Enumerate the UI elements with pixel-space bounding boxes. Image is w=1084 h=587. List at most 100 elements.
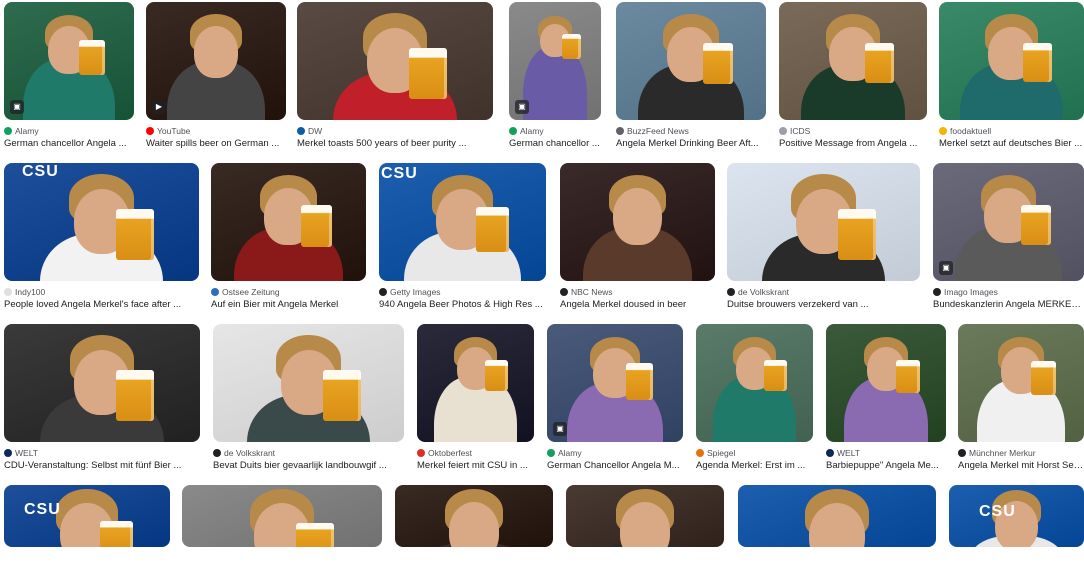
result-source[interactable]: Imago Images [933, 287, 1084, 297]
beer-mug-icon [115, 208, 154, 260]
result-source[interactable]: Indy100 [4, 287, 199, 297]
person-face [193, 26, 239, 78]
result-tile[interactable]: WELT Barbiepuppe" Angela Me... [826, 324, 946, 482]
result-thumbnail[interactable] [727, 163, 920, 281]
result-thumbnail[interactable] [616, 2, 766, 120]
result-tile[interactable]: CSU Indy100 People loved Angela Merkel's f… [4, 163, 199, 321]
result-source[interactable]: Ostsee Zeitung [211, 287, 366, 297]
result-tile[interactable]: ICDS Positive Message from Angela ... [779, 2, 927, 160]
result-tile[interactable]: Spiegel Agenda Merkel: Erst im ... [696, 324, 813, 482]
result-caption[interactable]: 940 Angela Beer Photos & High Res ... [379, 299, 546, 310]
result-tile[interactable] [738, 485, 936, 587]
result-caption[interactable]: Duitse brouwers verzekerd van ... [727, 299, 920, 310]
result-caption[interactable]: Angela Merkel Drinking Beer Aft... [616, 138, 766, 149]
result-thumbnail[interactable] [395, 485, 553, 547]
result-source[interactable]: foodaktuell [939, 126, 1084, 136]
result-source[interactable]: Spiegel [696, 448, 813, 458]
result-tile[interactable]: ▣ Alamy German chancellor Angela ... [4, 2, 134, 160]
result-caption[interactable]: Angela Merkel doused in beer [560, 299, 715, 310]
result-tile[interactable]: ▣ Alamy German chancellor ... [509, 2, 601, 160]
result-thumbnail[interactable] [211, 163, 366, 281]
beer-mug-icon [79, 40, 106, 76]
result-thumbnail[interactable]: ▣ [509, 2, 601, 120]
result-source[interactable]: WELT [4, 448, 200, 458]
result-caption[interactable]: Merkel setzt auf deutsches Bier ... [939, 138, 1084, 149]
result-thumbnail[interactable] [566, 485, 724, 547]
result-tile[interactable]: de Volkskrant Duitse brouwers verzekerd v… [727, 163, 920, 321]
result-caption[interactable]: Barbiepuppe" Angela Me... [826, 460, 946, 471]
result-caption[interactable]: Angela Merkel mit Horst Seehofer ... [958, 460, 1084, 471]
result-source[interactable]: ICDS [779, 126, 927, 136]
result-thumbnail[interactable]: CSU [4, 485, 170, 547]
result-thumbnail[interactable] [4, 324, 200, 442]
result-thumbnail[interactable] [297, 2, 493, 120]
result-tile[interactable] [566, 485, 724, 587]
result-caption[interactable]: German chancellor Angela ... [4, 138, 134, 149]
result-tile[interactable]: NBC News Angela Merkel doused in beer [560, 163, 715, 321]
result-tile[interactable]: BuzzFeed News Angela Merkel Drinking Beer… [616, 2, 766, 160]
result-source[interactable]: NBC News [560, 287, 715, 297]
result-caption[interactable]: Auf ein Bier mit Angela Merkel [211, 299, 366, 310]
result-thumbnail[interactable] [738, 485, 936, 547]
result-caption[interactable]: Merkel toasts 500 years of beer purity .… [297, 138, 493, 149]
result-source[interactable]: Alamy [509, 126, 601, 136]
result-source[interactable]: de Volkskrant [213, 448, 404, 458]
result-caption[interactable]: CDU-Veranstaltung: Selbst mit fünf Bier … [4, 460, 200, 471]
result-tile[interactable]: WELT CDU-Veranstaltung: Selbst mit fünf B… [4, 324, 200, 482]
result-caption[interactable]: Bundeskanzlerin Angela MERKEL (C... [933, 299, 1084, 310]
result-tile[interactable] [395, 485, 553, 587]
result-caption[interactable]: Bevat Duits bier gevaarlijk landbouwgif … [213, 460, 404, 471]
result-source[interactable]: Alamy [547, 448, 683, 458]
result-thumbnail[interactable] [779, 2, 927, 120]
result-source[interactable]: Oktoberfest [417, 448, 534, 458]
result-caption[interactable]: Positive Message from Angela ... [779, 138, 927, 149]
result-thumbnail[interactable] [417, 324, 534, 442]
result-thumbnail[interactable]: ▣ [547, 324, 683, 442]
result-source[interactable]: DW [297, 126, 493, 136]
result-thumbnail[interactable] [560, 163, 715, 281]
result-tile[interactable]: CSU [4, 485, 170, 587]
result-tile[interactable]: foodaktuell Merkel setzt auf deutsches Bi… [939, 2, 1084, 160]
result-thumbnail[interactable] [213, 324, 404, 442]
result-thumbnail[interactable] [958, 324, 1084, 442]
result-thumbnail[interactable] [826, 324, 946, 442]
result-source[interactable]: Getty Images [379, 287, 546, 297]
result-tile[interactable]: Münchner Merkur Angela Merkel mit Horst S… [958, 324, 1084, 482]
result-thumbnail[interactable] [696, 324, 813, 442]
result-caption[interactable]: Merkel feiert mit CSU in ... [417, 460, 534, 471]
result-thumbnail[interactable] [939, 2, 1084, 120]
result-source[interactable]: YouTube [146, 126, 286, 136]
result-source[interactable]: WELT [826, 448, 946, 458]
result-thumbnail[interactable]: CSU [949, 485, 1084, 547]
result-thumbnail[interactable]: ▣ [4, 2, 134, 120]
result-tile[interactable]: Oktoberfest Merkel feiert mit CSU in ... [417, 324, 534, 482]
result-tile[interactable] [182, 485, 382, 587]
source-name: YouTube [157, 126, 191, 136]
result-tile[interactable]: ▣ Alamy German Chancellor Angela M... [547, 324, 683, 482]
result-tile[interactable]: de Volkskrant Bevat Duits bier gevaarlijk… [213, 324, 404, 482]
result-thumbnail[interactable]: CSU [379, 163, 546, 281]
beer-mug-icon [116, 369, 154, 421]
source-name: de Volkskrant [738, 287, 790, 297]
result-caption[interactable]: Waiter spills beer on German ... [146, 138, 286, 149]
result-caption[interactable]: People loved Angela Merkel's face after … [4, 299, 199, 310]
result-thumbnail[interactable]: ▣ [933, 163, 1084, 281]
result-tile[interactable]: ▣ Imago Images Bundeskanzlerin Angela MERK… [933, 163, 1084, 321]
result-source[interactable]: BuzzFeed News [616, 126, 766, 136]
result-source[interactable]: de Volkskrant [727, 287, 920, 297]
result-tile[interactable]: CSU [949, 485, 1084, 587]
source-favicon-icon [616, 127, 624, 135]
result-thumbnail[interactable] [182, 485, 382, 547]
result-tile[interactable]: ▶ YouTube Waiter spills beer on German ... [146, 2, 286, 160]
result-tile[interactable]: CSU Getty Images 940 Angela Beer Photos & … [379, 163, 546, 321]
result-thumbnail[interactable]: CSU [4, 163, 199, 281]
result-source[interactable]: Münchner Merkur [958, 448, 1084, 458]
result-tile[interactable]: Ostsee Zeitung Auf ein Bier mit Angela Me… [211, 163, 366, 321]
result-source[interactable]: Alamy [4, 126, 134, 136]
result-tile[interactable]: DW Merkel toasts 500 years of beer purity… [297, 2, 493, 160]
result-caption[interactable]: Agenda Merkel: Erst im ... [696, 460, 813, 471]
result-thumbnail[interactable]: ▶ [146, 2, 286, 120]
result-caption[interactable]: German Chancellor Angela M... [547, 460, 683, 471]
result-caption[interactable]: German chancellor ... [509, 138, 601, 149]
source-favicon-icon [933, 288, 941, 296]
